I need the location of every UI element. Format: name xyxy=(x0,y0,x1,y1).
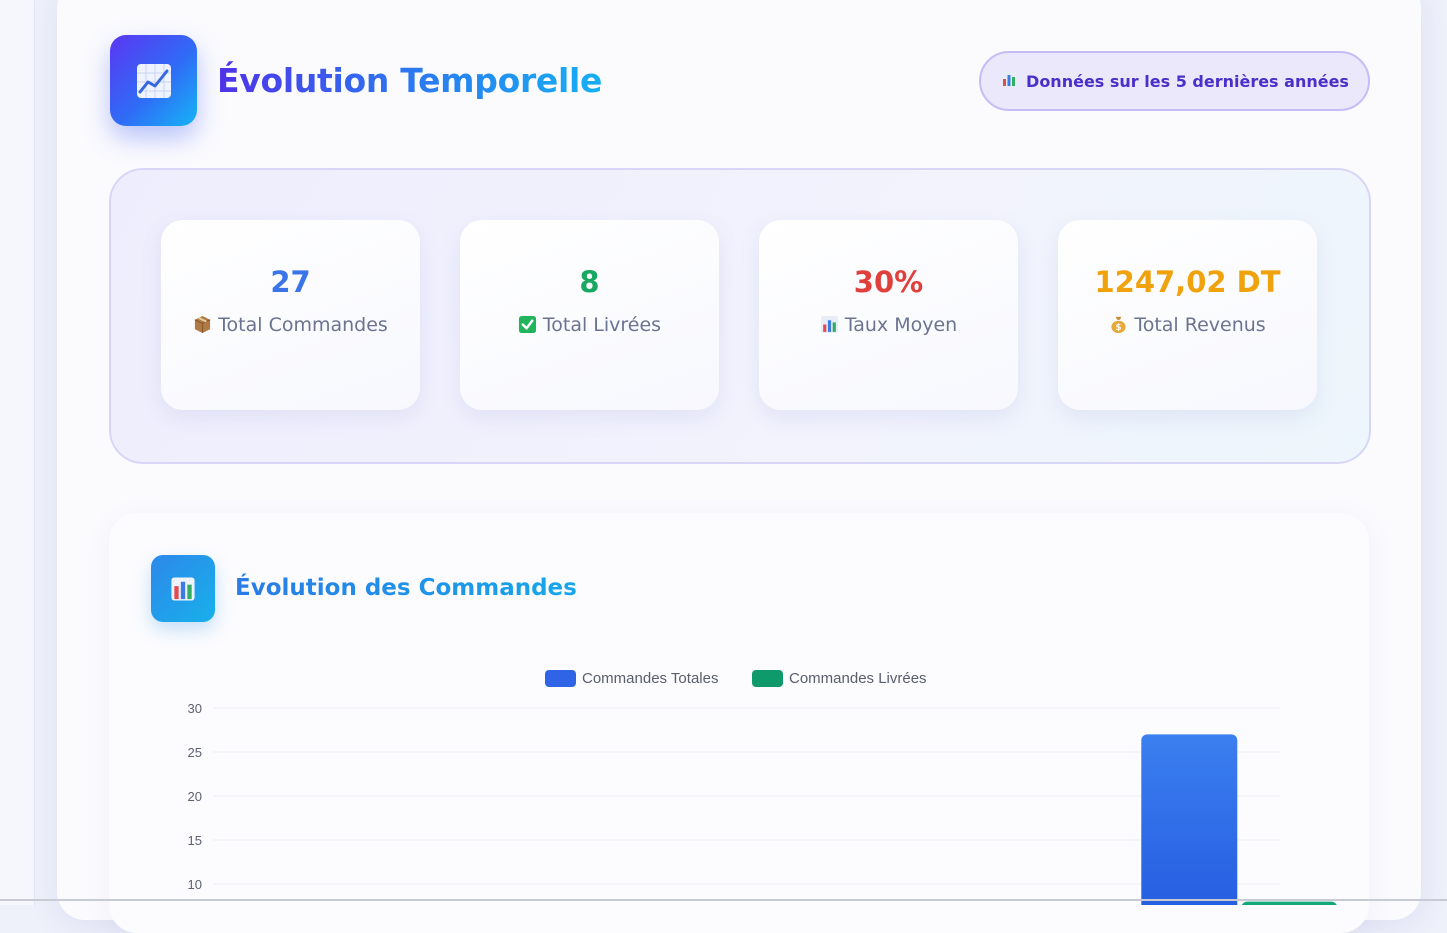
window-bottom-border xyxy=(0,899,1447,901)
y-tick-label: 15 xyxy=(188,833,202,848)
legend-label[interactable]: Commandes Totales xyxy=(582,670,718,687)
y-tick-label: 20 xyxy=(188,789,202,804)
orders-bar-chart: 30 25 20 15 10 Commandes Totales Commandes Li… xyxy=(188,670,1337,905)
bar-commandes-livrees[interactable] xyxy=(1241,901,1337,905)
legend-swatch[interactable] xyxy=(752,670,783,687)
y-tick-label: 25 xyxy=(188,745,202,760)
bar-commandes-totales[interactable] xyxy=(1141,734,1238,905)
y-tick-label: 10 xyxy=(188,877,202,892)
y-tick-label: 30 xyxy=(188,701,202,716)
legend-label[interactable]: Commandes Livrées xyxy=(789,670,927,687)
legend-swatch[interactable] xyxy=(545,670,576,687)
